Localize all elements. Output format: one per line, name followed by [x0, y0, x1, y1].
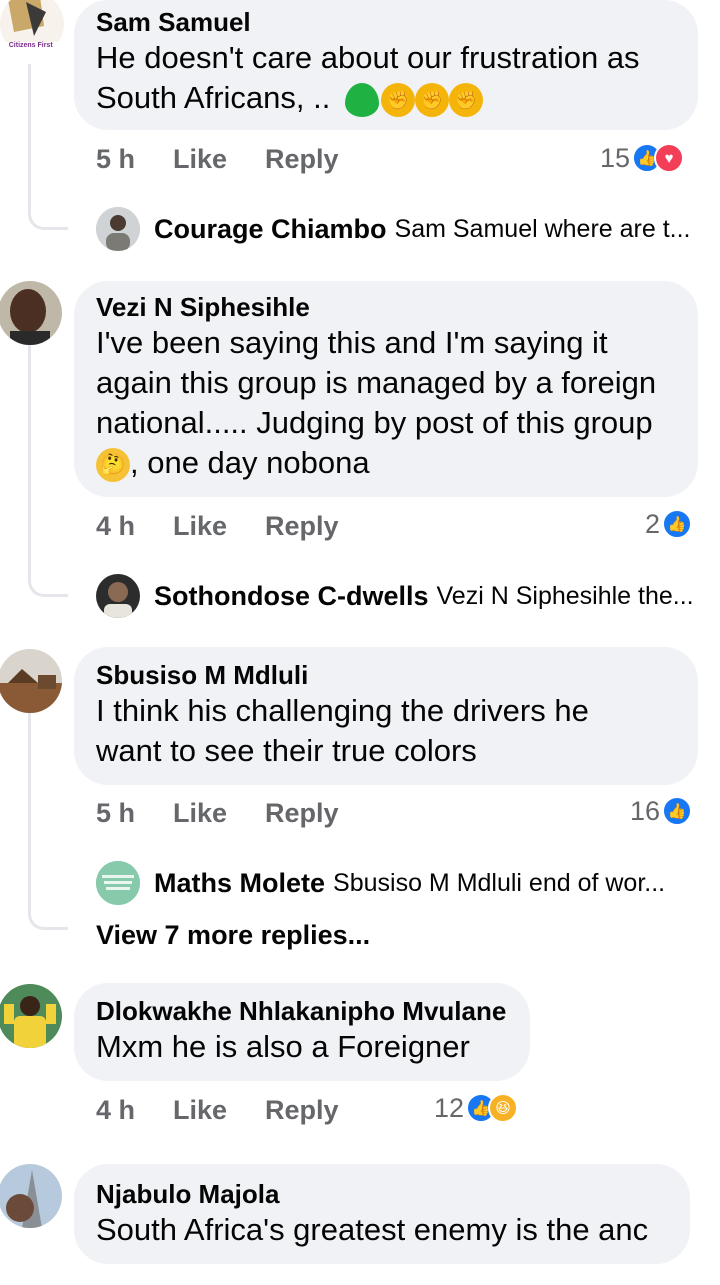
- thread-connector: [28, 64, 68, 230]
- fist-icon: ✊: [380, 82, 415, 117]
- comment-text: again this group is managed by a foreign: [96, 365, 657, 400]
- comment-timestamp[interactable]: 4 h: [96, 511, 135, 542]
- comment-timestamp[interactable]: 5 h: [96, 144, 135, 175]
- like-button[interactable]: Like: [173, 1095, 227, 1126]
- reaction-summary[interactable]: 12 👍 😆: [434, 1090, 519, 1126]
- reaction-summary[interactable]: 2 👍: [645, 506, 693, 542]
- comment-author[interactable]: Sbusiso M Mdluli: [96, 659, 676, 691]
- comment-text: want to see their true colors: [96, 733, 477, 768]
- comment-bubble: Sam Samuel He doesn't care about our fru…: [74, 0, 698, 130]
- reply-button[interactable]: Reply: [265, 144, 339, 175]
- avatar-caption: A Citizens First: [2, 42, 53, 49]
- avatar[interactable]: [0, 649, 62, 713]
- comment-bubble: Dlokwakhe Nhlakanipho Mvulane Mxm he is …: [74, 983, 530, 1081]
- comment-text: national..... Judging by post of this gr…: [96, 405, 653, 440]
- comment-text: I've been saying this and I'm saying it: [96, 325, 608, 360]
- reply-snippet: Vezi N Siphesihle the...: [436, 581, 694, 610]
- comment-bubble: Sbusiso M Mdluli I think his challenging…: [74, 647, 698, 785]
- avatar[interactable]: A Citizens First: [0, 0, 64, 56]
- reply-author[interactable]: Sothondose C-dwells: [154, 581, 429, 612]
- comment-actions: 5 h Like Reply: [96, 139, 339, 179]
- reaction-summary[interactable]: 15 👍 ♥: [600, 140, 685, 176]
- comment-author[interactable]: Njabulo Majola: [96, 1178, 668, 1210]
- comment-bubble: Vezi N Siphesihle I've been saying this …: [74, 281, 698, 497]
- avatar[interactable]: [96, 861, 140, 905]
- view-more-replies-link[interactable]: View 7 more replies...: [96, 920, 370, 951]
- fist-icon: ✊: [414, 82, 449, 117]
- reaction-count: 15: [600, 142, 631, 173]
- reply-button[interactable]: Reply: [265, 1095, 339, 1126]
- thinking-face-icon: 🤔: [96, 447, 130, 482]
- comment-text: He doesn't care about our frustration as: [96, 40, 640, 75]
- thread-connector: [28, 345, 68, 597]
- reply-preview[interactable]: Maths Molete Sbusiso M Mdluli end of wor…: [96, 860, 665, 906]
- love-reaction-icon: ♥: [654, 143, 685, 173]
- reply-button[interactable]: Reply: [265, 511, 339, 542]
- reply-author[interactable]: Courage Chiambo: [154, 214, 387, 245]
- reply-snippet: Sbusiso M Mdluli end of wor...: [333, 868, 666, 897]
- reply-preview[interactable]: Courage Chiambo Sam Samuel where are t..…: [96, 206, 691, 252]
- reply-snippet: Sam Samuel where are t...: [394, 214, 691, 243]
- comment-actions: 5 h Like Reply: [96, 793, 339, 833]
- reaction-count: 16: [630, 795, 661, 826]
- reply-preview[interactable]: Sothondose C-dwells Vezi N Siphesihle th…: [96, 573, 694, 619]
- avatar[interactable]: [96, 207, 140, 251]
- comment-text: , one day nobona: [130, 445, 370, 480]
- green-heart-icon: [344, 82, 379, 117]
- like-button[interactable]: Like: [173, 144, 227, 175]
- like-button[interactable]: Like: [173, 798, 227, 829]
- comment-actions: 4 h Like Reply: [96, 1090, 339, 1130]
- comment-text: Mxm he is also a Foreigner: [96, 1029, 470, 1064]
- comment-author[interactable]: Vezi N Siphesihle: [96, 291, 676, 323]
- fist-icon: ✊: [448, 82, 483, 117]
- avatar[interactable]: [0, 281, 62, 345]
- comment-text: South Africa's greatest enemy is the anc: [96, 1212, 649, 1247]
- reaction-count: 2: [645, 508, 661, 539]
- comment-timestamp[interactable]: 5 h: [96, 798, 135, 829]
- comment-author[interactable]: Sam Samuel: [96, 6, 676, 38]
- comment-timestamp[interactable]: 4 h: [96, 1095, 135, 1126]
- avatar[interactable]: [96, 574, 140, 618]
- comment-actions: 4 h Like Reply: [96, 506, 339, 546]
- like-reaction-icon: 👍: [662, 509, 693, 539]
- comment-text: South Africans, ..: [96, 80, 331, 115]
- thread-connector: [28, 850, 68, 930]
- avatar[interactable]: [0, 984, 62, 1048]
- reaction-count: 12: [434, 1092, 465, 1123]
- avatar[interactable]: [0, 1164, 62, 1228]
- comment-text: I think his challenging the drivers he: [96, 693, 589, 728]
- like-reaction-icon: 👍: [662, 796, 693, 826]
- like-button[interactable]: Like: [173, 511, 227, 542]
- reply-button[interactable]: Reply: [265, 798, 339, 829]
- reaction-summary[interactable]: 16 👍: [630, 793, 693, 829]
- haha-reaction-icon: 😆: [488, 1093, 519, 1123]
- comment-bubble: Njabulo Majola South Africa's greatest e…: [74, 1164, 690, 1264]
- comment-author[interactable]: Dlokwakhe Nhlakanipho Mvulane: [96, 995, 508, 1027]
- reply-author[interactable]: Maths Molete: [154, 868, 325, 899]
